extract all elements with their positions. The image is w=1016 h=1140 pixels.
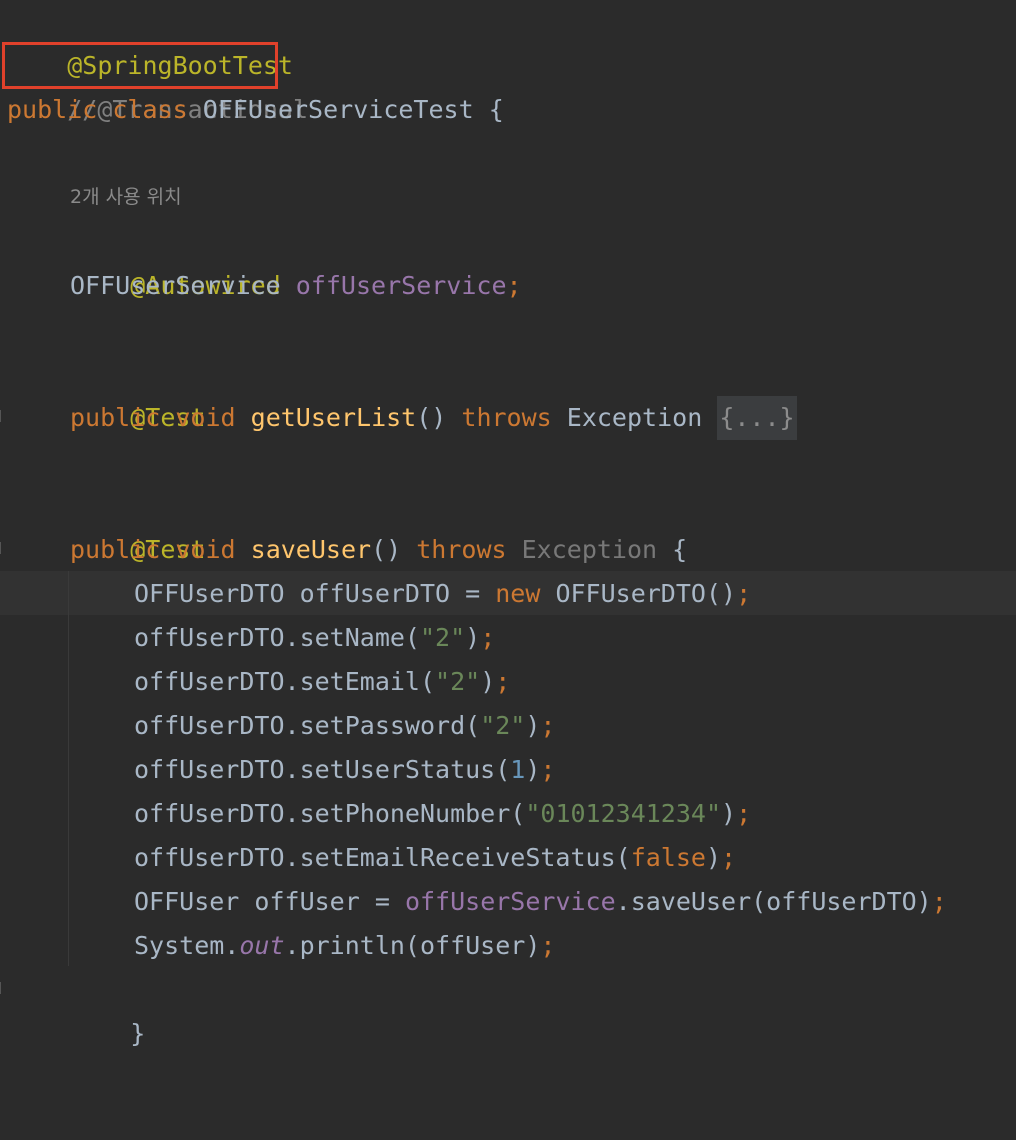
keyword: public — [70, 535, 161, 564]
parens: () — [416, 403, 447, 432]
code-editor[interactable]: @SpringBootTest //@Transactional public … — [0, 0, 1016, 1140]
method-call: offUserDTO.setUserStatus( — [134, 755, 511, 784]
keyword: throws — [416, 535, 507, 564]
code-line[interactable]: @Test — [70, 352, 205, 432]
usage-hint[interactable]: 2개 사용 위치 — [70, 181, 182, 213]
code-line[interactable]: offUserDTO.setPassword("2"); — [134, 704, 555, 748]
exception-type: Exception — [521, 535, 658, 564]
keyword: class — [112, 95, 188, 124]
method-call: .saveUser(offUserDTO) — [615, 887, 932, 916]
keyword: public — [7, 95, 98, 124]
method-call: offUserDTO.setPhoneNumber( — [134, 799, 526, 828]
method-name: saveUser — [250, 535, 372, 564]
method-call: offUserDTO.setPassword( — [134, 711, 481, 740]
code-line[interactable]: OFFUserDTO offUserDTO = new OFFUserDTO()… — [134, 572, 751, 616]
field-name: offUserService — [295, 271, 507, 300]
brace: { — [488, 95, 504, 124]
keyword: public — [70, 403, 161, 432]
keyword: void — [175, 403, 236, 432]
semicolon: ; — [506, 271, 522, 300]
code-line[interactable]: System.out.println(offUser); — [134, 924, 555, 968]
declaration: OFFUserDTO offUserDTO = — [134, 579, 496, 608]
string-literal: "2" — [480, 711, 526, 740]
semicolon: ; — [736, 579, 752, 608]
brace: } — [130, 1019, 146, 1048]
fold-marker-icon[interactable] — [0, 410, 5, 422]
code-line[interactable]: public void saveUser() throws Exception … — [70, 528, 687, 572]
method-call: offUserDTO.setName( — [134, 623, 420, 652]
semicolon: ; — [480, 623, 496, 652]
code-line[interactable]: offUserDTO.setUserStatus(1); — [134, 748, 555, 792]
semicolon: ; — [540, 711, 556, 740]
keyword: void — [175, 535, 236, 564]
semicolon: ; — [931, 887, 947, 916]
keyword: throws — [461, 403, 552, 432]
class-name: OFFUserServiceTest — [202, 95, 474, 124]
parens: () — [371, 535, 402, 564]
declaration: OFFUser offUser = — [134, 887, 405, 916]
code-line[interactable]: offUserDTO.setEmailReceiveStatus(false); — [134, 836, 736, 880]
field-name: offUserService — [404, 887, 616, 916]
code-line[interactable]: @Autowired — [70, 220, 281, 300]
method-name: getUserList — [250, 403, 417, 432]
type-name: OFFUserService — [70, 271, 281, 300]
class-reference: System. — [134, 931, 240, 960]
code-line[interactable]: @Test — [70, 484, 205, 564]
code-line[interactable]: public class OFFUserServiceTest { — [7, 88, 504, 132]
semicolon: ; — [540, 755, 556, 784]
string-literal: "2" — [435, 667, 481, 696]
indent-guide — [68, 571, 69, 966]
fold-marker-icon[interactable] — [0, 982, 5, 994]
code-line[interactable]: OFFUserService offUserService; — [70, 264, 522, 308]
code-line[interactable]: offUserDTO.setName("2"); — [134, 616, 495, 660]
paren-close: ) — [721, 799, 737, 828]
keyword: new — [495, 579, 541, 608]
method-call: offUserDTO.setEmail( — [134, 667, 436, 696]
method-call: offUserDTO.setEmailReceiveStatus( — [134, 843, 631, 872]
code-line[interactable]: offUserDTO.setEmail("2"); — [134, 660, 510, 704]
code-line[interactable]: } — [7, 1096, 82, 1140]
constructor-call: OFFUserDTO() — [540, 579, 737, 608]
code-line[interactable]: } — [70, 968, 145, 1048]
number-literal: 1 — [510, 755, 526, 784]
paren-close: ) — [525, 711, 541, 740]
boolean-literal: false — [630, 843, 706, 872]
paren-close: ) — [480, 667, 496, 696]
code-line[interactable]: OFFUser offUser = offUserService.saveUse… — [134, 880, 947, 924]
code-line[interactable]: @SpringBootTest — [7, 0, 293, 80]
highlight-box — [2, 42, 278, 89]
semicolon: ; — [540, 931, 556, 960]
folded-code-block[interactable]: {...} — [717, 396, 797, 440]
semicolon: ; — [495, 667, 511, 696]
static-field: out — [239, 931, 285, 960]
paren-close: ) — [525, 755, 541, 784]
brace: { — [672, 535, 688, 564]
string-literal: "01012341234" — [525, 799, 722, 828]
string-literal: "2" — [419, 623, 466, 652]
method-call: .println(offUser) — [284, 931, 541, 960]
semicolon: ; — [736, 799, 752, 828]
fold-marker-icon[interactable] — [0, 542, 5, 554]
code-line[interactable]: public void getUserList() throws Excepti… — [70, 396, 797, 440]
exception-type: Exception — [566, 403, 703, 432]
paren-close: ) — [705, 843, 722, 872]
paren-close: ) — [465, 623, 481, 652]
code-line[interactable]: offUserDTO.setPhoneNumber("01012341234")… — [134, 792, 751, 836]
semicolon: ; — [721, 843, 737, 872]
